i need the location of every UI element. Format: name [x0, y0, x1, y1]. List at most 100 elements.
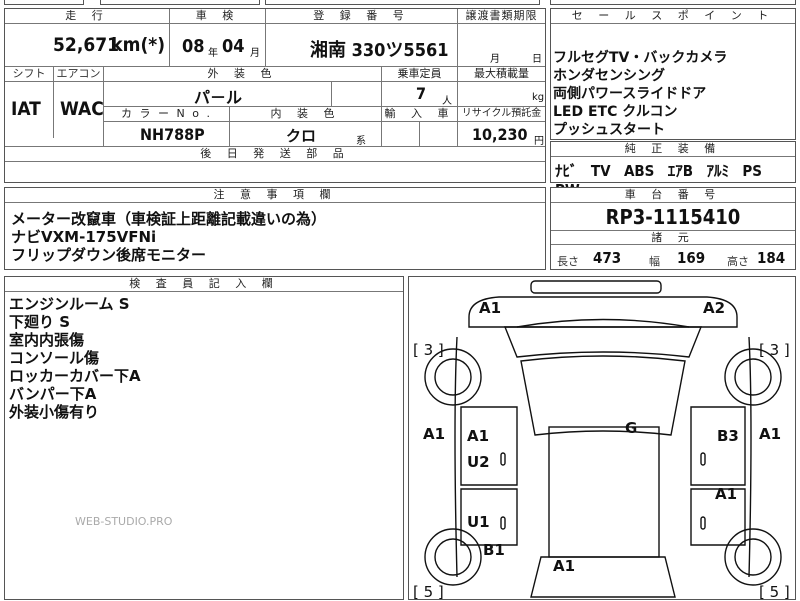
import-header: 輸 入 車: [381, 107, 457, 122]
mark-front-left: A1: [479, 299, 502, 317]
max-load-cell: kg: [457, 82, 545, 106]
mark-rear-left-quarter: B1: [483, 541, 505, 559]
mark-wheel-fr: [ 3 ]: [759, 341, 790, 359]
notes-block: 注 意 事 項 欄 メーター改竄車（車検証上距離記載違いの為） ナビVXM-17…: [4, 187, 546, 270]
interior-color-header: 内 装 色: [229, 107, 381, 122]
door-front-right: [690, 406, 746, 486]
selling-point-item: 両側パワースライドドア: [553, 86, 707, 102]
recycle-value: 10,230: [472, 125, 528, 144]
note-line: メーター改竄車（車検証上距離記載違いの為）: [11, 210, 327, 228]
selling-points-header: セ ー ル ス ポ イ ン ト: [551, 9, 795, 24]
later-parts-header: 後 日 発 送 部 品: [5, 147, 545, 162]
inspector-block: 検 査 員 記 入 欄 エンジンルーム S 下廻り S 室内内張傷 コンソール傷…: [4, 276, 404, 600]
shift-cell: IAT: [5, 82, 53, 138]
selling-points-block: セ ー ル ス ポ イ ン ト フルセグTV・バックカメラ ホンダセンシング 両…: [550, 8, 796, 140]
recycle-cell: 10,230 円: [457, 122, 545, 147]
note-line: フリップダウン後席モニター: [11, 246, 207, 264]
mark-door-rr: A1: [715, 485, 738, 503]
capacity-value: 7: [416, 84, 427, 103]
specs-header: 諸 元: [551, 230, 795, 245]
selling-point-item: フルセグTV・バックカメラ: [553, 50, 728, 66]
chassis-header: 車 台 番 号: [551, 188, 795, 203]
inspector-line: 室内内張傷: [9, 331, 85, 349]
front-bumper-shape: [530, 280, 662, 294]
capacity-header: 乗車定員: [381, 67, 457, 82]
recycle-header: リサイクル預託金: [457, 107, 545, 122]
front-bumper-outline: [468, 296, 738, 328]
mark-door-fr: B3: [717, 427, 739, 445]
transfer-cell: 月 日: [457, 24, 545, 66]
selling-point-item: ホンダセンシング: [553, 68, 665, 84]
registration-cell: 湘南 330ツ5561: [265, 24, 457, 66]
exterior-color-value: パ－ル: [194, 88, 243, 107]
mark-door-fl: A1: [467, 427, 490, 445]
capacity-cell: 7 人: [381, 82, 457, 107]
color-no-header: カ ラ ー N o .: [103, 107, 229, 122]
exterior-color-cell: パ－ル: [103, 82, 331, 107]
spec-height: 184: [757, 249, 786, 267]
equipment-item: TV: [590, 162, 611, 180]
inspection-year: 08: [182, 36, 205, 57]
notes-list: メーター改竄車（車検証上距離記載違いの為） ナビVXM-175VFNi フリップ…: [11, 210, 326, 264]
hood-shape: [503, 326, 703, 358]
shift-value: IAT: [11, 98, 41, 120]
max-load-header: 最大積載量: [457, 67, 545, 82]
inspection-month: 04: [222, 36, 245, 57]
mileage-unit: km(*): [111, 34, 165, 56]
inspector-list: エンジンルーム S 下廻り S 室内内張傷 コンソール傷 ロッカーカバー下A バ…: [9, 295, 141, 421]
chassis-number: RP3-1115410: [605, 205, 741, 229]
mileage-header: 走 行: [5, 9, 169, 24]
exterior-color-header: 外 装 色: [103, 67, 381, 82]
inspection-header: 車 検: [169, 9, 265, 24]
roof-shape: [548, 426, 660, 558]
equipment-item: ｱﾙﾐ: [706, 162, 729, 180]
standard-equipment-block: 純 正 装 備 ﾅﾋﾞ TV ABS ｴｱB ｱﾙﾐ PS PW: [550, 141, 796, 199]
inspector-header: 検 査 員 記 入 欄: [5, 277, 403, 292]
inspector-line: バンパー下A: [9, 385, 97, 403]
wheel-rear-left: [424, 528, 482, 586]
inspector-line: 下廻り S: [9, 313, 71, 331]
registration-header: 登 録 番 号: [265, 9, 457, 24]
transfer-header: 譲渡書類期限: [457, 9, 545, 24]
inspector-line: 外装小傷有り: [9, 403, 100, 421]
inspection-month-unit: 月: [250, 48, 260, 59]
mark-side-right: A1: [759, 425, 782, 443]
mark-roof: G: [625, 419, 638, 437]
specs-row: 長さ 473 幅 169 高さ 184: [557, 249, 786, 268]
equipment-item: ABS: [623, 162, 655, 180]
equipment-item: PS: [742, 162, 762, 180]
hood-line: [516, 318, 690, 328]
inspection-year-unit: 年: [208, 48, 218, 59]
chassis-block: 車 台 番 号 RP3-1115410 諸 元 長さ 473 幅 169 高さ …: [550, 187, 796, 270]
standard-equipment-header: 純 正 装 備: [551, 142, 795, 157]
windshield-shape: [520, 355, 686, 436]
watermark: WEB-STUDIO.PRO: [75, 515, 173, 528]
selling-points-list: フルセグTV・バックカメラ ホンダセンシング 両側パワースライドドア LED E…: [553, 49, 727, 139]
selling-point-item: プッシュスタート: [553, 122, 665, 138]
door-front-left: [460, 406, 518, 486]
mark-door-rl: U1: [467, 513, 490, 531]
color-no-value: NH788P: [140, 125, 205, 144]
car-diagram-block: A1 A2 [ 3 ] [ 3 ] A1 A1 A1 U2 G B3 A1 U1…: [408, 276, 796, 601]
inspector-line: ロッカーカバー下A: [9, 367, 141, 385]
interior-color-value: クロ: [286, 127, 317, 145]
notes-header: 注 意 事 項 欄: [5, 188, 545, 203]
spec-length: 473: [593, 249, 622, 267]
mark-rear: A1: [553, 557, 576, 575]
mileage-cell: 52,671 km(*): [5, 24, 169, 66]
equipment-item: ﾅﾋﾞ: [555, 162, 578, 180]
selling-point-item: LED ETC クルコン: [553, 104, 678, 120]
note-line: ナビVXM-175VFNi: [11, 228, 157, 246]
wheel-rear-right: [724, 528, 782, 586]
aircon-cell: WAC: [53, 82, 104, 138]
shift-header: シフト: [5, 67, 53, 82]
aircon-value: WAC: [60, 98, 104, 120]
top-partial-row: [0, 0, 800, 6]
interior-color-cell: クロ 系: [229, 122, 381, 147]
registration-value: 湘南 330ツ5561: [310, 40, 449, 61]
main-info-block: 走 行 車 検 登 録 番 号 譲渡書類期限 52,671 km(*) 08 年…: [4, 8, 546, 183]
equipment-item: ｴｱB: [667, 162, 694, 180]
inspector-line: エンジンルーム S: [9, 295, 130, 313]
mark-side-left: A1: [423, 425, 446, 443]
mark-wheel-rr: [ 5 ]: [759, 583, 790, 601]
